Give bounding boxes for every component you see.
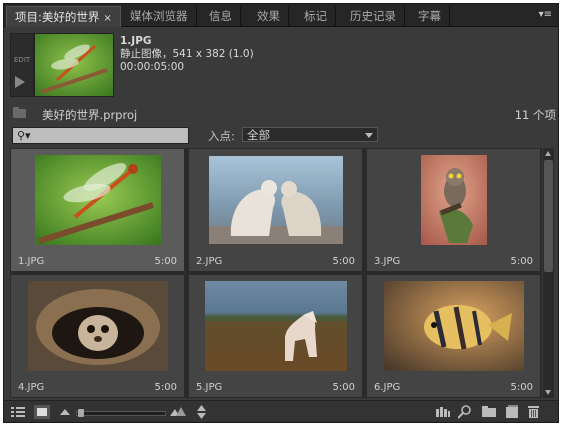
- item-count: 11 个项: [514, 108, 556, 122]
- clip-item-3[interactable]: 3.JPG 5:00: [366, 148, 541, 272]
- clip-thumbnail: [367, 155, 540, 245]
- clip-thumbnail: [11, 155, 184, 245]
- clip-item-5[interactable]: 5.JPG 5:00: [188, 274, 363, 398]
- tab-history[interactable]: 历史记录: [342, 6, 405, 26]
- in-point-value: 全部: [247, 128, 270, 142]
- tab-effects[interactable]: 效果: [249, 6, 289, 26]
- zoom-slider-knob[interactable]: [78, 409, 84, 417]
- preview-thumbnail: [34, 33, 114, 97]
- in-point-select[interactable]: 全部: [242, 127, 378, 142]
- project-panel: 项目:美好的世界 × 媒体浏览器 信息 效果 标记 历史记录 字幕 ▾≡ EDIT…: [3, 3, 559, 423]
- clip-name: 3.JPG: [374, 256, 401, 267]
- play-icon[interactable]: [15, 76, 25, 88]
- dragonfly-image: [34, 155, 161, 245]
- tab-project[interactable]: 项目:美好的世界 ×: [6, 6, 121, 27]
- zoom-slider[interactable]: [76, 409, 166, 417]
- clip-duration: 5:00: [332, 382, 355, 393]
- project-name: 美好的世界.prproj: [42, 108, 138, 122]
- clip-name: 6.JPG: [374, 382, 401, 393]
- sort-icon[interactable]: [197, 405, 206, 419]
- project-row: 美好的世界.prproj 11 个项: [4, 104, 558, 124]
- tab-label: 标记: [304, 9, 327, 23]
- scroll-up-icon[interactable]: [545, 151, 551, 156]
- preview-duration: 00:00:05:00: [120, 61, 185, 73]
- zoom-in-icon[interactable]: [170, 407, 186, 416]
- automate-to-sequence-icon[interactable]: [436, 406, 450, 418]
- tab-titles[interactable]: 字幕: [410, 6, 450, 26]
- preview-type: 静止图像，541 x 382 (1.0): [120, 48, 254, 60]
- preview-area: EDIT 1.JPG 静止图像，541 x 382 (1.0) 00:00:05…: [4, 27, 558, 103]
- clip-thumbnail: [189, 155, 362, 245]
- bottom-toolbar: [4, 400, 558, 422]
- meerkat-image: [27, 281, 168, 371]
- chevron-down-icon: [365, 133, 373, 138]
- folder-icon: [13, 107, 26, 118]
- clip-item-2[interactable]: 2.JPG 5:00: [188, 148, 363, 272]
- clip-thumbnail: [189, 281, 362, 371]
- poster-frame-label: EDIT: [14, 56, 31, 64]
- tab-bar: 项目:美好的世界 × 媒体浏览器 信息 效果 标记 历史记录 字幕 ▾≡: [4, 4, 558, 27]
- clip-duration: 5:00: [510, 256, 533, 267]
- fish-image: [383, 281, 524, 371]
- clip-grid: 1.JPG 5:00 2.JPG 5:00 3.JPG 5:00 4.JPG 5…: [10, 148, 542, 398]
- dragonfly-preview-image: [35, 34, 113, 96]
- clip-thumbnail: [11, 281, 184, 371]
- new-item-icon[interactable]: [506, 405, 518, 418]
- clip-item-4[interactable]: 4.JPG 5:00: [10, 274, 185, 398]
- clip-duration: 5:00: [154, 382, 177, 393]
- search-input[interactable]: ⚲▾: [12, 127, 189, 144]
- tab-project-label: 项目:美好的世界: [15, 10, 100, 24]
- find-icon[interactable]: [458, 405, 471, 419]
- polar-bears-image: [208, 156, 343, 244]
- list-view-icon[interactable]: [11, 406, 25, 418]
- clip-item-1[interactable]: 1.JPG 5:00: [10, 148, 185, 272]
- tab-label: 字幕: [418, 9, 441, 23]
- panel-menu-icon[interactable]: ▾≡: [539, 9, 552, 20]
- clip-item-6[interactable]: 6.JPG 5:00: [366, 274, 541, 398]
- horse-image: [204, 281, 347, 371]
- vertical-scrollbar[interactable]: [543, 148, 554, 398]
- clip-duration: 5:00: [332, 256, 355, 267]
- clip-name: 5.JPG: [196, 382, 223, 393]
- search-icon[interactable]: ⚲▾: [17, 129, 31, 142]
- preview-info: 1.JPG 静止图像，541 x 382 (1.0) 00:00:05:00: [120, 35, 254, 74]
- clip-duration: 5:00: [510, 382, 533, 393]
- clip-duration: 5:00: [154, 256, 177, 267]
- tab-label: 历史记录: [350, 9, 396, 23]
- tab-label: 效果: [257, 9, 280, 23]
- trash-icon[interactable]: [528, 405, 539, 418]
- search-row: ⚲▾ 入点: 全部: [4, 126, 558, 146]
- tab-label: 信息: [209, 9, 232, 23]
- close-icon[interactable]: ×: [103, 13, 111, 24]
- clip-thumbnail: [367, 281, 540, 371]
- owl-image: [420, 155, 487, 245]
- zoom-out-icon[interactable]: [60, 408, 70, 415]
- tab-label: 媒体浏览器: [130, 9, 188, 23]
- clip-name: 2.JPG: [196, 256, 223, 267]
- tab-info[interactable]: 信息: [201, 6, 241, 26]
- icon-view-icon[interactable]: [34, 405, 50, 419]
- new-bin-icon[interactable]: [482, 406, 496, 417]
- in-point-label: 入点:: [208, 129, 235, 143]
- clip-name: 1.JPG: [18, 256, 45, 267]
- preview-controls: EDIT: [10, 33, 34, 97]
- tab-media-browser[interactable]: 媒体浏览器: [122, 6, 197, 26]
- scroll-thumb[interactable]: [544, 160, 553, 272]
- tab-markers[interactable]: 标记: [296, 6, 336, 26]
- scroll-down-icon[interactable]: [545, 390, 551, 395]
- preview-filename: 1.JPG: [120, 35, 152, 47]
- clip-name: 4.JPG: [18, 382, 45, 393]
